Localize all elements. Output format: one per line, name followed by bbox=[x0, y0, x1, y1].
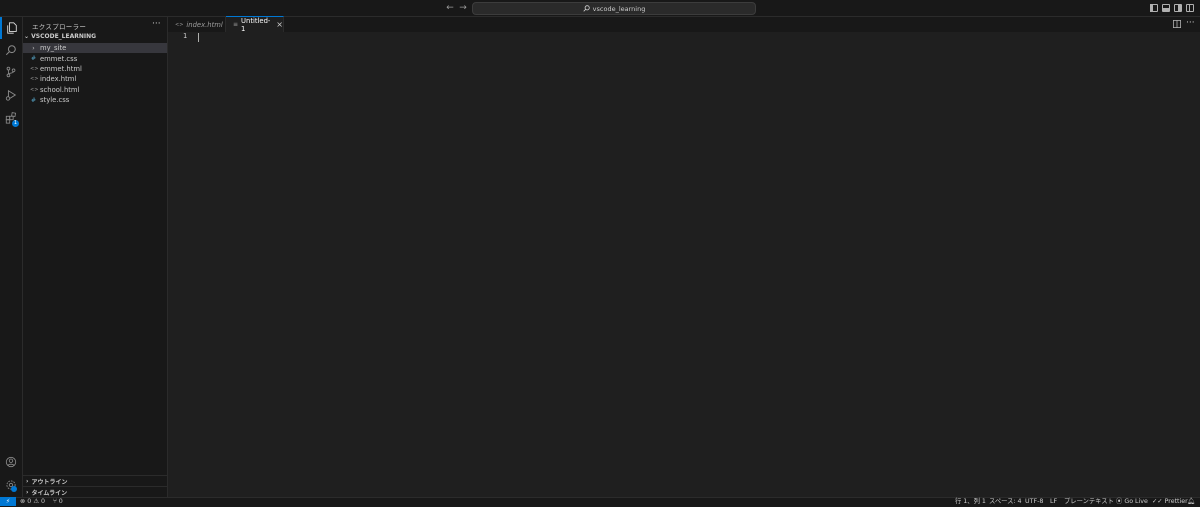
settings-badge-icon bbox=[11, 486, 17, 492]
indentation-status[interactable]: スペース: 4 bbox=[989, 497, 1022, 506]
go-live-label: Go Live bbox=[1124, 498, 1148, 505]
tree-item-label: my_site bbox=[40, 44, 67, 52]
extensions-badge: 1 bbox=[12, 120, 19, 127]
tree-item-emmet-html[interactable]: <> emmet.html bbox=[23, 64, 167, 74]
outline-label: アウトライン bbox=[31, 478, 68, 486]
encoding-status[interactable]: UTF-8 bbox=[1025, 497, 1043, 506]
editor-more-actions-icon[interactable]: ··· bbox=[1186, 18, 1195, 28]
customize-layout-icon[interactable] bbox=[1185, 3, 1194, 12]
tab-bar bbox=[168, 17, 1200, 33]
editor-area[interactable] bbox=[168, 32, 1200, 497]
error-count: 0 bbox=[27, 498, 32, 505]
tree-item-label: emmet.css bbox=[40, 54, 78, 63]
warning-count: 0 bbox=[40, 498, 45, 505]
line-number: 1 bbox=[183, 32, 188, 40]
remote-indicator-icon[interactable]: ⚡ bbox=[0, 497, 16, 506]
timeline-section-header[interactable]: › タイムライン bbox=[23, 486, 167, 497]
go-live-status[interactable]: ⦿ Go Live bbox=[1116, 497, 1148, 506]
warning-icon: ⚠ bbox=[33, 498, 41, 505]
css-file-icon: # bbox=[30, 55, 37, 62]
forward-arrow-icon[interactable]: → bbox=[457, 1, 469, 15]
text-cursor bbox=[198, 33, 199, 42]
chevron-right-icon: › bbox=[26, 488, 29, 496]
tree-item-label: index.html bbox=[40, 75, 77, 83]
account-icon[interactable] bbox=[0, 451, 22, 473]
explorer-icon[interactable] bbox=[0, 17, 22, 39]
text-file-icon: ≡ bbox=[233, 21, 239, 28]
outline-section-header[interactable]: › アウトライン bbox=[23, 475, 167, 486]
back-arrow-icon[interactable]: ← bbox=[444, 1, 456, 15]
source-control-icon[interactable] bbox=[0, 61, 22, 83]
prettier-label: Prettier bbox=[1164, 498, 1188, 505]
html-file-icon: <> bbox=[30, 66, 39, 72]
chevron-right-icon: › bbox=[26, 477, 29, 485]
tree-item-label: style.css bbox=[40, 96, 70, 104]
tab-label: Untitled-1 bbox=[241, 16, 271, 33]
tree-item-label: emmet.html bbox=[40, 65, 82, 73]
tab-index-html[interactable]: <> index.html bbox=[168, 17, 226, 32]
css-file-icon: # bbox=[30, 96, 37, 104]
tree-item-school-html[interactable]: <> school.html bbox=[23, 85, 167, 95]
tree-item-label: school.html bbox=[40, 85, 80, 94]
double-check-icon: ✓✓ bbox=[1152, 498, 1165, 505]
explorer-more-actions-icon[interactable]: ··· bbox=[152, 19, 161, 29]
settings-gear-icon[interactable] bbox=[0, 474, 22, 496]
notifications-bell-icon[interactable]: 🔔︎ bbox=[1187, 497, 1195, 506]
timeline-label: タイムライン bbox=[31, 489, 68, 497]
ports-count: 0 bbox=[58, 498, 63, 505]
workspace-folder-header[interactable]: ⌄ VSCODE_LEARNING bbox=[24, 33, 96, 42]
command-center-search[interactable]: vscode_learning bbox=[472, 2, 756, 15]
close-tab-icon[interactable]: × bbox=[276, 20, 283, 29]
html-file-icon: <> bbox=[30, 76, 39, 82]
tab-label: index.html bbox=[186, 20, 223, 29]
language-mode-status[interactable]: プレーンテキスト bbox=[1064, 497, 1114, 506]
tree-item-my-site[interactable]: › my_site bbox=[23, 43, 167, 53]
problems-status[interactable]: ⊗ 0 ⚠ 0 bbox=[20, 497, 45, 506]
eol-status[interactable]: LF bbox=[1050, 497, 1057, 506]
tree-item-emmet-css[interactable]: # emmet.css bbox=[23, 54, 167, 64]
search-box-text: vscode_learning bbox=[592, 4, 646, 13]
search-icon[interactable] bbox=[0, 39, 22, 61]
toggle-primary-sidebar-icon[interactable] bbox=[1149, 3, 1158, 12]
split-editor-icon[interactable] bbox=[1173, 20, 1182, 29]
ports-status[interactable]: ⑂ 0 bbox=[53, 497, 63, 506]
cursor-position-status[interactable]: 行 1、列 1 bbox=[955, 497, 986, 506]
html-file-icon: <> bbox=[30, 86, 39, 93]
search-icon bbox=[583, 5, 590, 12]
tree-item-style-css[interactable]: # style.css bbox=[23, 95, 167, 105]
tab-untitled-1[interactable]: ≡ Untitled-1 × bbox=[226, 16, 284, 33]
tree-item-index-html[interactable]: <> index.html bbox=[23, 74, 167, 84]
explorer-title: エクスプローラー bbox=[32, 23, 87, 31]
html-file-icon: <> bbox=[175, 21, 184, 28]
run-debug-icon[interactable] bbox=[0, 84, 22, 106]
chevron-right-icon: › bbox=[32, 44, 35, 52]
prettier-status[interactable]: ✓✓ Prettier bbox=[1152, 497, 1188, 506]
workspace-folder-name: VSCODE_LEARNING bbox=[31, 33, 97, 40]
toggle-secondary-sidebar-icon[interactable] bbox=[1173, 3, 1182, 12]
toggle-panel-icon[interactable] bbox=[1161, 3, 1170, 12]
extensions-icon[interactable]: 1 bbox=[0, 107, 22, 129]
